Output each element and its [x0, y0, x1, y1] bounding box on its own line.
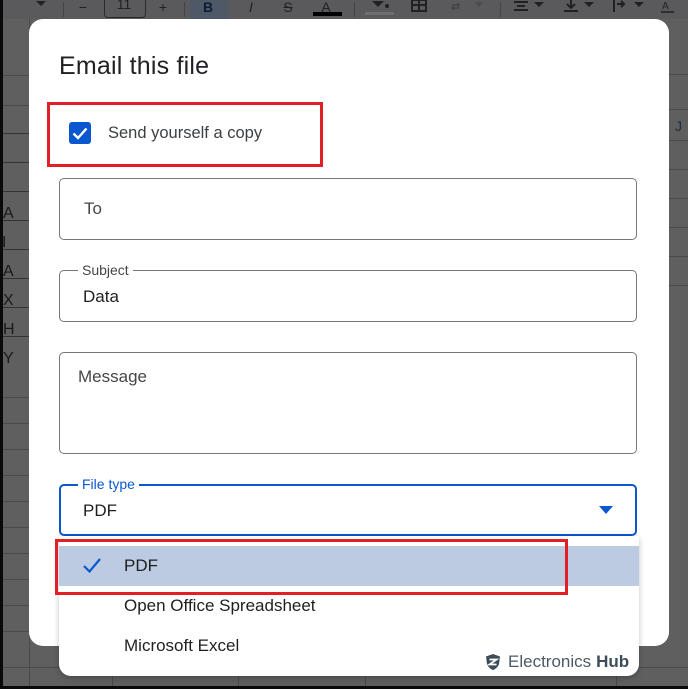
- send-copy-checkbox[interactable]: [69, 122, 91, 144]
- grid-line: [0, 527, 29, 528]
- grid-line: [0, 397, 29, 398]
- grid-line: [669, 285, 688, 286]
- dropdown-caret-icon: [34, 0, 48, 17]
- subject-label: Subject: [78, 262, 133, 278]
- menu-option-label: Microsoft Excel: [124, 636, 240, 655]
- cell-text: A: [3, 205, 14, 222]
- svg-text:⇄: ⇄: [451, 0, 460, 12]
- dropdown-arrow-icon[interactable]: [599, 506, 613, 514]
- text-rotation-icon[interactable]: A: [660, 0, 676, 17]
- bold-button[interactable]: B: [199, 0, 217, 17]
- borders-icon[interactable]: [410, 0, 428, 17]
- decrease-font-size-button[interactable]: −: [75, 0, 91, 17]
- cell-text: X: [3, 292, 14, 309]
- grid-line: [669, 198, 688, 199]
- watermark-brand: Electronics: [508, 652, 592, 671]
- shield-logo-icon: [486, 654, 500, 670]
- frame-edge: [0, 0, 3, 689]
- merge-cells-icon[interactable]: ⇄: [450, 0, 486, 17]
- grid-line: [669, 74, 688, 75]
- horizontal-align-icon[interactable]: [511, 0, 547, 17]
- watermark-brand-bold: Hub: [596, 652, 630, 671]
- check-icon: [72, 127, 88, 140]
- dialog-title: Email this file: [59, 52, 210, 80]
- message-field[interactable]: Message: [59, 352, 637, 454]
- cell-text: Y: [3, 350, 14, 367]
- subject-field[interactable]: Subject Data: [59, 262, 637, 322]
- fill-color-swatch: [365, 12, 394, 15]
- checkmark-icon: [83, 558, 101, 574]
- file-type-select[interactable]: File type PDF: [59, 476, 637, 536]
- grid-line: [0, 133, 29, 134]
- grid-line: [0, 191, 29, 192]
- vertical-align-icon[interactable]: [561, 0, 597, 17]
- toolbar-divider: [63, 2, 64, 17]
- to-placeholder: To: [84, 199, 102, 218]
- grid-line: [0, 631, 29, 632]
- toolbar-divider: [354, 2, 355, 17]
- grid-line: [0, 105, 29, 106]
- text-color-swatch: [313, 12, 342, 16]
- grid-line: [669, 256, 688, 257]
- grid-line: [0, 423, 29, 424]
- file-type-value: PDF: [83, 501, 117, 520]
- grid-line: [0, 553, 29, 554]
- cell-text: A: [3, 263, 14, 280]
- message-placeholder: Message: [78, 367, 147, 386]
- grid-line: [669, 169, 688, 170]
- file-type-label: File type: [78, 476, 139, 492]
- to-field[interactable]: To: [59, 178, 637, 240]
- increase-font-size-button[interactable]: +: [155, 0, 171, 17]
- send-copy-label: Send yourself a copy: [108, 123, 263, 142]
- grid-line: [669, 140, 688, 141]
- svg-text:A: A: [662, 1, 669, 12]
- grid-line: [0, 475, 29, 476]
- text-wrap-icon[interactable]: [611, 0, 647, 17]
- grid-line: [669, 227, 688, 228]
- toolbar-divider: [184, 2, 185, 17]
- grid-line: [0, 501, 29, 502]
- grid-line: [0, 75, 29, 76]
- toolbar-divider: [500, 2, 501, 17]
- font-size-value: 11: [116, 0, 132, 12]
- send-copy-row[interactable]: Send yourself a copy: [69, 122, 262, 144]
- grid-line: [0, 449, 29, 450]
- grid-line: [0, 605, 29, 606]
- menu-option-pdf[interactable]: PDF: [59, 546, 639, 586]
- column-header: J: [675, 118, 682, 134]
- cell-text: H: [3, 321, 15, 338]
- italic-button[interactable]: I: [244, 0, 258, 17]
- watermark: Electronics Hub: [484, 652, 629, 672]
- grid-line: [0, 579, 29, 580]
- menu-option-open-office[interactable]: Open Office Spreadsheet: [59, 586, 639, 626]
- menu-option-label: Open Office Spreadsheet: [124, 596, 316, 615]
- strikethrough-button[interactable]: S: [280, 0, 296, 17]
- grid-line: [669, 109, 688, 110]
- toolbar: − 11 + B I S A ⇄ A: [0, 0, 688, 19]
- grid-line: [0, 162, 29, 163]
- subject-value: Data: [83, 287, 119, 306]
- menu-option-label: PDF: [124, 556, 158, 575]
